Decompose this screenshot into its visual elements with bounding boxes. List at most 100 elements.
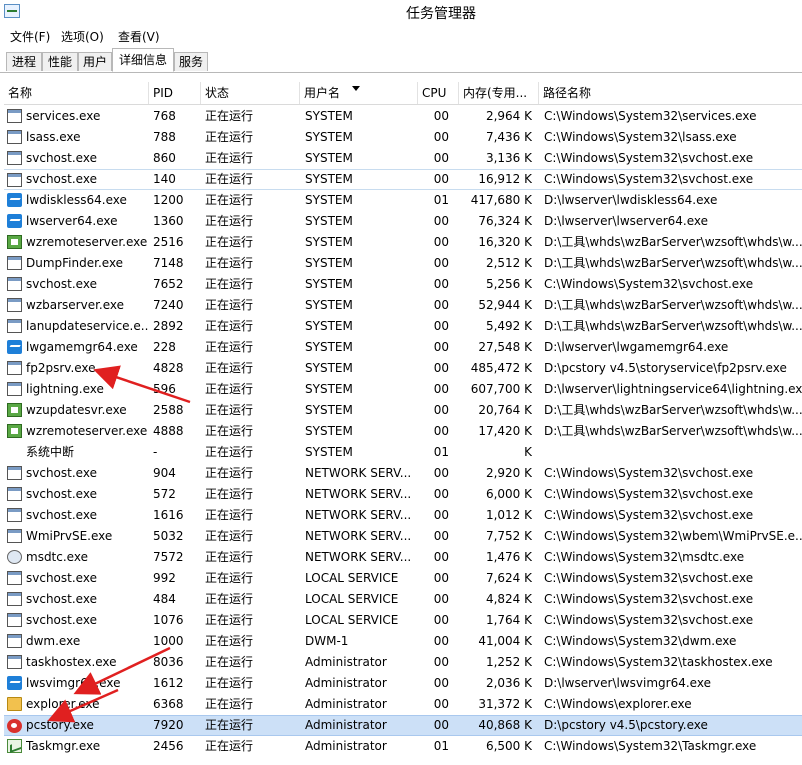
table-row[interactable]: lightning.exe 596 正在运行 SYSTEM 00 607,700 K D:\…: [4, 379, 802, 400]
path-cell: D:\lwserver\lwserver64.exe: [544, 214, 709, 228]
table-row-selected[interactable]: pcstory.exe 7920 正在运行 Administrator 00 40,868…: [4, 715, 802, 736]
process-generic-icon: [7, 592, 22, 606]
table-row[interactable]: svchost.exe 1076 正在运行 LOCAL SERVICE 00 1,764 …: [4, 610, 802, 631]
column-header-path[interactable]: 路径名称: [539, 82, 802, 104]
menu-options[interactable]: 选项(O): [61, 28, 104, 45]
column-header-name[interactable]: 名称: [4, 82, 149, 104]
user-cell: SYSTEM: [305, 340, 353, 354]
pid-cell: 140: [153, 172, 176, 186]
table-row[interactable]: services.exe 768 正在运行 SYSTEM 00 2,964 K C:\Win…: [4, 106, 802, 127]
table-row[interactable]: lwgamemgr64.exe 228 正在运行 SYSTEM 00 27,548 K D:…: [4, 337, 802, 358]
cpu-cell: 00: [433, 340, 449, 354]
column-header-memory[interactable]: 内存(专用...: [459, 82, 539, 104]
table-row[interactable]: explorer.exe 6368 正在运行 Administrator 00 31,37…: [4, 694, 802, 715]
path-cell: D:\lwserver\lwgamemgr64.exe: [544, 340, 729, 354]
table-row[interactable]: msdtc.exe 7572 正在运行 NETWORK SERV... 00 1,476 …: [4, 547, 802, 568]
cpu-cell: 00: [433, 634, 449, 648]
pid-cell: 2588: [153, 403, 184, 417]
cpu-cell: 00: [433, 592, 449, 606]
process-name: svchost.exe: [26, 592, 97, 606]
column-header-cpu[interactable]: CPU: [418, 82, 459, 104]
table-row[interactable]: dwm.exe 1000 正在运行 DWM-1 00 41,004 K C:\Windows…: [4, 631, 802, 652]
status-cell: 正在运行: [205, 529, 254, 543]
menu-file[interactable]: 文件(F): [10, 28, 50, 45]
column-header-user[interactable]: 用户名: [300, 82, 418, 104]
memory-cell: 7,752 K: [485, 529, 532, 543]
process-lw-icon: [7, 676, 22, 690]
process-name: wzupdatesvr.exe: [26, 403, 127, 417]
table-row[interactable]: fp2psrv.exe 4828 正在运行 SYSTEM 00 485,472 K D:\p…: [4, 358, 802, 379]
memory-cell: 7,436 K: [485, 130, 532, 144]
tab-services[interactable]: 服务: [174, 52, 208, 71]
tab-processes[interactable]: 进程: [6, 52, 42, 71]
process-generic-icon: [7, 634, 22, 648]
memory-cell: 17,420 K: [478, 424, 532, 438]
table-row[interactable]: svchost.exe 484 正在运行 LOCAL SERVICE 00 4,824 K…: [4, 589, 802, 610]
table-row[interactable]: lsass.exe 788 正在运行 SYSTEM 00 7,436 K C:\Window…: [4, 127, 802, 148]
status-cell: 正在运行: [205, 277, 254, 291]
table-row[interactable]: taskhostex.exe 8036 正在运行 Administrator 00 1,2…: [4, 652, 802, 673]
tab-performance[interactable]: 性能: [42, 52, 78, 71]
table-row[interactable]: WmiPrvSE.exe 5032 正在运行 NETWORK SERV... 00 7,7…: [4, 526, 802, 547]
path-cell: D:\pcstory v4.5\storyservice\fp2psrv.exe: [544, 361, 787, 375]
tab-details[interactable]: 详细信息: [112, 48, 174, 72]
cpu-cell: 00: [433, 172, 449, 186]
process-wz-icon: [7, 424, 22, 438]
process-name: lwserver64.exe: [26, 214, 118, 228]
path-cell: C:\Windows\explorer.exe: [544, 697, 692, 711]
memory-cell: 2,964 K: [485, 109, 532, 123]
pid-cell: 7652: [153, 277, 184, 291]
table-row[interactable]: svchost.exe 7652 正在运行 SYSTEM 00 5,256 K C:\Win…: [4, 274, 802, 295]
table-row[interactable]: 系统中断 - 正在运行 SYSTEM 01 K: [4, 442, 802, 463]
user-cell: SYSTEM: [305, 214, 353, 228]
pid-cell: 788: [153, 130, 176, 144]
table-row[interactable]: lwdiskless64.exe 1200 正在运行 SYSTEM 01 417,680 …: [4, 190, 802, 211]
cpu-cell: 00: [433, 361, 449, 375]
path-cell: D:\工具\whds\wzBarServer\wzsoft\whds\w...: [544, 298, 802, 312]
process-name: lanupdateservice.e...: [26, 319, 148, 333]
process-name: taskhostex.exe: [26, 655, 117, 669]
pid-cell: 7572: [153, 550, 184, 564]
process-lw-icon: [7, 214, 22, 228]
table-row[interactable]: svchost.exe 1616 正在运行 NETWORK SERV... 00 1,01…: [4, 505, 802, 526]
user-cell: SYSTEM: [305, 319, 353, 333]
status-cell: 正在运行: [205, 109, 254, 123]
memory-cell: 16,320 K: [478, 235, 532, 249]
table-row[interactable]: svchost.exe 572 正在运行 NETWORK SERV... 00 6,000…: [4, 484, 802, 505]
table-row[interactable]: DumpFinder.exe 7148 正在运行 SYSTEM 00 2,512 K D:\…: [4, 253, 802, 274]
table-row[interactable]: svchost.exe 904 正在运行 NETWORK SERV... 00 2,920…: [4, 463, 802, 484]
table-row[interactable]: lanupdateservice.e... 2892 正在运行 SYSTEM 00 5,4…: [4, 316, 802, 337]
cpu-cell: 00: [433, 151, 449, 165]
pid-cell: 7148: [153, 256, 184, 270]
status-cell: 正在运行: [205, 403, 254, 417]
status-cell: 正在运行: [205, 214, 254, 228]
memory-cell: 2,512 K: [485, 256, 532, 270]
column-header-pid[interactable]: PID: [149, 82, 201, 104]
tab-users[interactable]: 用户: [78, 52, 112, 71]
memory-cell: 1,476 K: [485, 550, 532, 564]
cpu-cell: 00: [433, 550, 449, 564]
table-row[interactable]: Taskmgr.exe 2456 正在运行 Administrator 01 6,500 …: [4, 736, 802, 757]
table-row[interactable]: svchost.exe 140 正在运行 SYSTEM 00 16,912 K C:\Win…: [4, 169, 802, 190]
table-row[interactable]: wzremoteserver.exe 2516 正在运行 SYSTEM 00 16,320…: [4, 232, 802, 253]
table-row[interactable]: wzremoteserver.exe 4888 正在运行 SYSTEM 00 17,420…: [4, 421, 802, 442]
path-cell: C:\Windows\System32\taskhostex.exe: [544, 655, 773, 669]
table-row[interactable]: wzbarserver.exe 7240 正在运行 SYSTEM 00 52,944 K D…: [4, 295, 802, 316]
memory-cell: 607,700 K: [470, 382, 532, 396]
user-cell: NETWORK SERV...: [305, 466, 411, 480]
column-header-status[interactable]: 状态: [201, 82, 300, 104]
menu-view[interactable]: 查看(V): [118, 28, 160, 45]
status-cell: 正在运行: [205, 445, 254, 459]
user-cell: NETWORK SERV...: [305, 508, 411, 522]
process-wz-icon: [7, 235, 22, 249]
table-row[interactable]: wzupdatesvr.exe 2588 正在运行 SYSTEM 00 20,764 K D…: [4, 400, 802, 421]
memory-cell: 417,680 K: [470, 193, 532, 207]
title-bar: 任务管理器: [0, 0, 802, 26]
table-row[interactable]: lwsvimgr64.exe 1612 正在运行 Administrator 00 2,0…: [4, 673, 802, 694]
table-row[interactable]: lwserver64.exe 1360 正在运行 SYSTEM 00 76,324 K D:…: [4, 211, 802, 232]
process-name: WmiPrvSE.exe: [26, 529, 113, 543]
table-row[interactable]: svchost.exe 992 正在运行 LOCAL SERVICE 00 7,624 K…: [4, 568, 802, 589]
table-row[interactable]: svchost.exe 860 正在运行 SYSTEM 00 3,136 K C:\Wind…: [4, 148, 802, 169]
user-cell: SYSTEM: [305, 235, 353, 249]
menu-bar: 文件(F) 选项(O) 查看(V): [0, 26, 802, 46]
